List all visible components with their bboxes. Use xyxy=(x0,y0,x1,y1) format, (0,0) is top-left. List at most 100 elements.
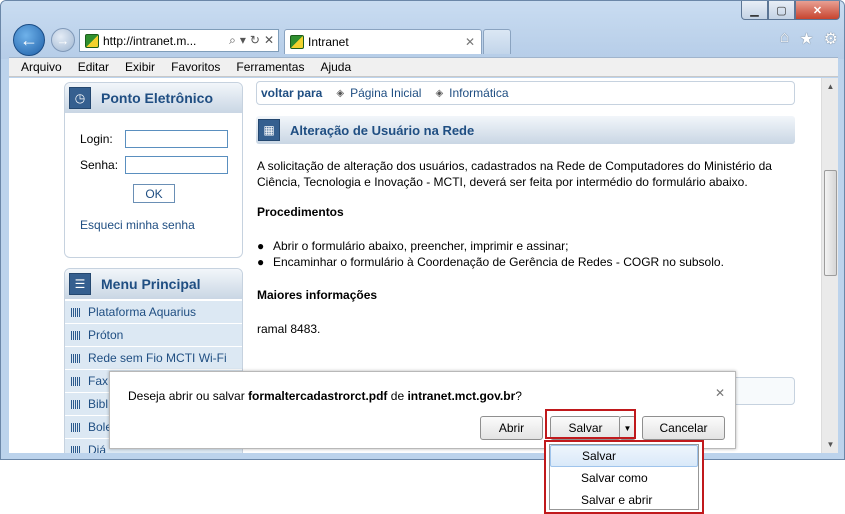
list-item: ● Abrir o formulário abaixo, preencher, i… xyxy=(257,238,797,254)
close-icon[interactable]: ✕ xyxy=(715,386,725,400)
search-icon[interactable]: ⌕ xyxy=(229,33,236,48)
list-item[interactable]: Rede sem Fio MCTI Wi-Fi xyxy=(65,347,242,370)
address-bar[interactable]: http://intranet.m... ⌕ ▾ ↻ ✕ xyxy=(79,29,279,52)
login-input[interactable] xyxy=(125,130,228,148)
breadcrumb: voltar para ◈ Página Inicial ◈ Informáti… xyxy=(256,81,795,105)
address-actions: ⌕ ▾ ↻ ✕ xyxy=(229,33,278,48)
section-header: ▦ Alteração de Usuário na Rede xyxy=(256,116,795,144)
stop-icon[interactable]: ✕ xyxy=(264,33,274,48)
menu-principal-title: Menu Principal xyxy=(101,276,201,292)
ponto-eletronico-panel: ◷ Ponto Eletrônico Login: Senha: OK Esqu… xyxy=(64,82,243,258)
favorites-star-icon[interactable]: ★ xyxy=(799,29,813,49)
address-text[interactable]: http://intranet.m... xyxy=(103,34,196,48)
menu-exibir[interactable]: Exibir xyxy=(117,60,163,74)
vertical-scrollbar[interactable]: ▲ ▼ xyxy=(821,78,838,453)
prompt-suffix: ? xyxy=(515,389,522,403)
back-button[interactable]: ← xyxy=(13,24,45,56)
site-favicon-icon xyxy=(85,33,99,48)
bullet-icon: ● xyxy=(257,255,265,269)
minimize-icon[interactable]: ▁ xyxy=(741,1,768,20)
list-item[interactable]: Plataforma Aquarius xyxy=(65,301,242,324)
menu-favoritos[interactable]: Favoritos xyxy=(163,60,228,74)
bullet-icon xyxy=(71,353,81,363)
scrollbar-thumb[interactable] xyxy=(824,170,837,276)
menu-item-label: Bibl xyxy=(88,397,109,411)
menu-item-salvar[interactable]: Salvar xyxy=(550,445,698,467)
cancel-button[interactable]: Cancelar xyxy=(642,416,725,440)
ponto-eletronico-title: Ponto Eletrônico xyxy=(101,90,213,106)
diamond-arrow-icon: ◈ xyxy=(435,87,444,99)
menu-item-label: Plataforma Aquarius xyxy=(88,305,197,319)
senha-label: Senha: xyxy=(80,158,119,172)
dropdown-arrow-icon[interactable]: ▾ xyxy=(240,33,246,48)
mais-info-heading: Maiores informações xyxy=(257,288,378,302)
senha-input[interactable] xyxy=(125,156,228,174)
tab-title: Intranet xyxy=(308,35,349,49)
menu-ajuda[interactable]: Ajuda xyxy=(312,60,359,74)
step-text: Abrir o formulário abaixo, preencher, im… xyxy=(273,239,569,253)
window-controls: ▁ ▢ ✕ xyxy=(741,1,840,20)
bullet-icon xyxy=(71,445,81,453)
list-icon: ☰ xyxy=(69,273,91,295)
download-filename: formaltercadastrorct.pdf xyxy=(248,389,388,403)
refresh-icon[interactable]: ↻ xyxy=(250,33,260,48)
menu-ferramentas[interactable]: Ferramentas xyxy=(228,60,312,74)
title-bar: ▁ ▢ ✕ ← → http://intranet.m... ⌕ ▾ ↻ ✕ I… xyxy=(1,1,844,59)
breadcrumb-informatica-link[interactable]: Informática xyxy=(449,86,508,100)
article-intro: A solicitação de alteração dos usuários,… xyxy=(257,159,772,189)
close-icon[interactable]: ✕ xyxy=(795,1,840,20)
bullet-icon xyxy=(71,330,81,340)
menu-editar[interactable]: Editar xyxy=(70,60,117,74)
keyboard-icon: ▦ xyxy=(258,119,280,141)
ramal-text: ramal 8483. xyxy=(257,322,321,336)
save-options-list: Salvar Salvar como Salvar e abrir xyxy=(549,444,699,510)
scroll-up-icon[interactable]: ▲ xyxy=(822,78,838,95)
breadcrumb-back-link[interactable]: voltar para xyxy=(261,86,322,100)
download-host: intranet.mct.gov.br xyxy=(407,389,516,403)
bullet-icon xyxy=(71,422,81,432)
step-text: Encaminhar o formulário à Coordenação de… xyxy=(273,255,724,269)
ponto-eletronico-header: ◷ Ponto Eletrônico xyxy=(65,83,242,113)
home-icon[interactable]: ⌂ xyxy=(780,29,790,49)
scroll-down-icon[interactable]: ▼ xyxy=(822,436,838,453)
menu-item-salvar-como[interactable]: Salvar como xyxy=(550,467,698,489)
login-label: Login: xyxy=(80,132,113,146)
page-title: Alteração de Usuário na Rede xyxy=(290,122,475,138)
open-button[interactable]: Abrir xyxy=(480,416,543,440)
menu-item-label: Diá xyxy=(88,443,107,453)
menu-arquivo[interactable]: Arquivo xyxy=(13,60,70,74)
ok-button[interactable]: OK xyxy=(133,184,175,203)
procedimentos-heading: Procedimentos xyxy=(257,205,344,219)
list-item: ● Encaminhar o formulário à Coordenação d… xyxy=(257,254,797,270)
toolbar-icons: ⌂ ★ ⚙ xyxy=(780,29,838,49)
maximize-icon[interactable]: ▢ xyxy=(768,1,795,20)
procedimentos-list: ● Abrir o formulário abaixo, preencher, i… xyxy=(257,238,797,270)
bullet-icon xyxy=(71,399,81,409)
bullet-icon: ● xyxy=(257,239,265,253)
clock-icon: ◷ xyxy=(69,87,91,109)
bullet-icon xyxy=(71,376,81,386)
bullet-icon xyxy=(71,307,81,317)
download-notification-bar: Deseja abrir ou salvar formaltercadastro… xyxy=(109,371,736,449)
tab-close-icon[interactable]: ✕ xyxy=(465,35,475,49)
menu-item-label: Fax xyxy=(88,374,109,388)
forward-button[interactable]: → xyxy=(51,28,75,52)
forgot-password-link[interactable]: Esqueci minha senha xyxy=(80,218,195,232)
login-row: Login: xyxy=(80,130,228,148)
gear-icon[interactable]: ⚙ xyxy=(824,29,838,49)
save-options-menu: Salvar Salvar como Salvar e abrir xyxy=(544,440,704,514)
menu-bar: Arquivo Editar Exibir Favoritos Ferramen… xyxy=(9,57,838,77)
save-button-highlight xyxy=(545,409,636,439)
tab-intranet[interactable]: Intranet ✕ xyxy=(284,29,482,54)
menu-item-salvar-e-abrir[interactable]: Salvar e abrir xyxy=(550,489,698,511)
menu-item-label: Rede sem Fio MCTI Wi-Fi xyxy=(88,351,227,365)
list-item[interactable]: Próton xyxy=(65,324,242,347)
back-arrow-icon: ← xyxy=(20,29,38,50)
tab-favicon-icon xyxy=(290,35,304,49)
menu-item-label: Próton xyxy=(88,328,124,342)
senha-row: Senha: xyxy=(80,156,228,174)
breadcrumb-home-link[interactable]: Página Inicial xyxy=(350,86,421,100)
diamond-arrow-icon: ◈ xyxy=(336,87,345,99)
new-tab-button[interactable] xyxy=(483,29,511,54)
menu-principal-header: ☰ Menu Principal xyxy=(65,269,242,299)
